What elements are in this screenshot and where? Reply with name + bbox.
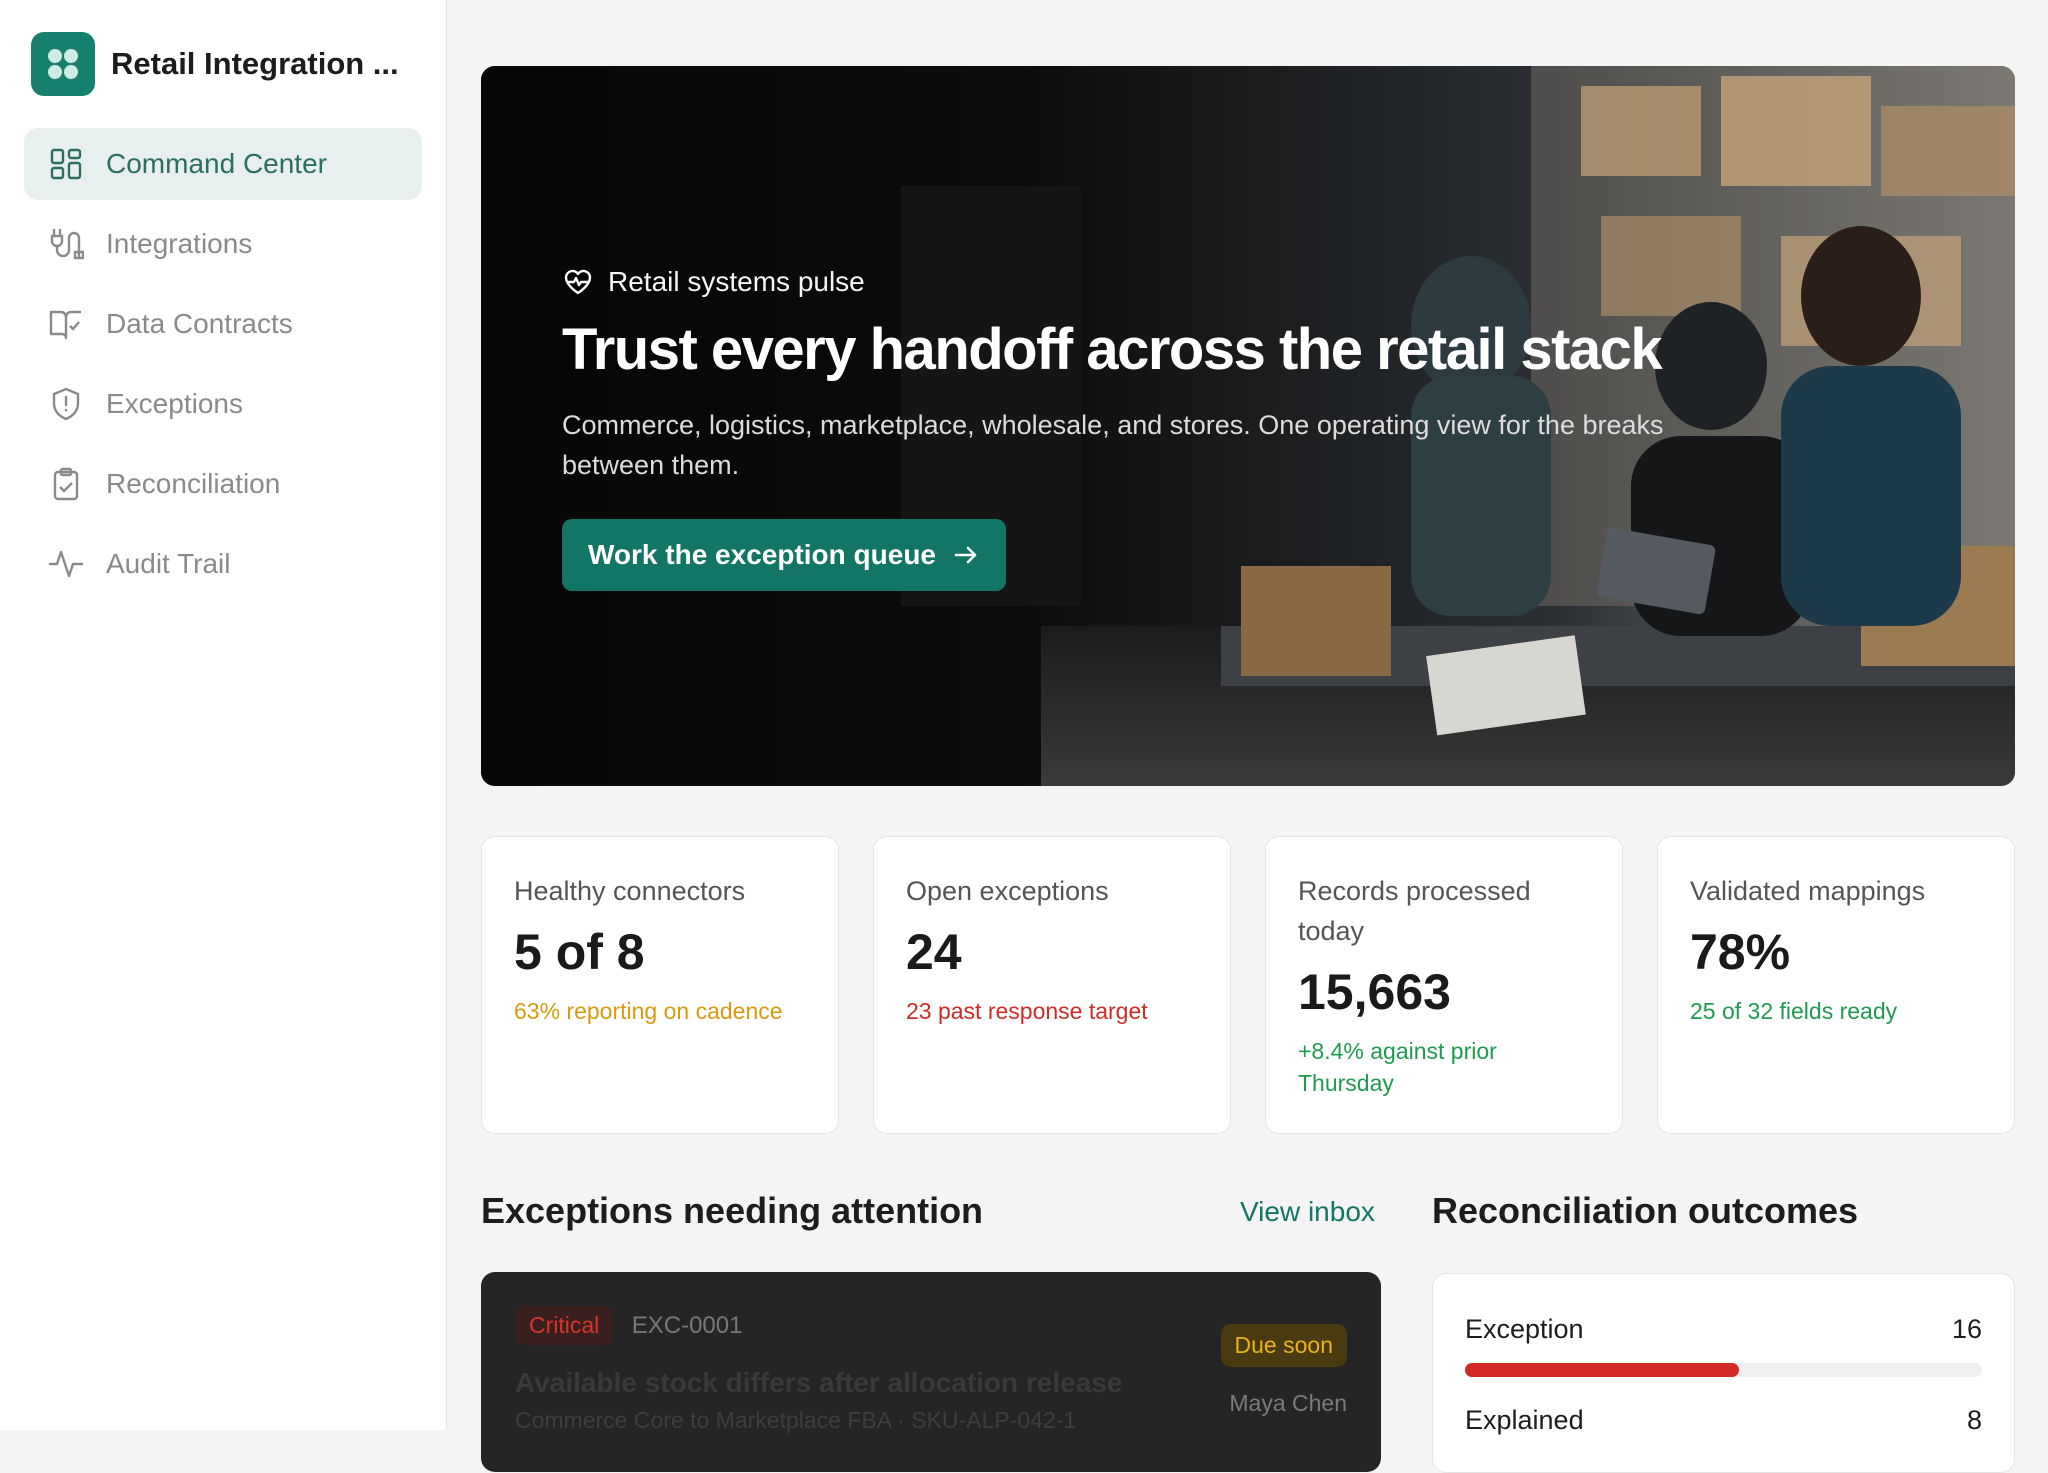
app-logo-icon — [31, 32, 95, 96]
shield-alert-icon — [48, 386, 84, 422]
hero-title: Trust every handoff across the retail st… — [562, 317, 1663, 382]
plug-icon — [48, 226, 84, 262]
stat-value: 24 — [906, 924, 962, 980]
stat-label: Records processed today — [1298, 876, 1531, 946]
recon-count: 16 — [1951, 1314, 1982, 1344]
due-badge: Due soon — [1220, 1324, 1347, 1367]
sidebar-item-reconciliation[interactable]: Reconciliation — [24, 448, 422, 520]
heart-pulse-icon — [564, 269, 592, 295]
sidebar-item-label: Command Center — [106, 148, 327, 179]
brand[interactable]: Retail Integration ... — [31, 32, 399, 96]
activity-icon — [48, 546, 84, 582]
sidebar-item-integrations[interactable]: Integrations — [24, 208, 422, 280]
stat-note: 23 past response target — [906, 998, 1148, 1024]
sidebar-nav: Command Center Integrations Data Contrac… — [24, 128, 422, 608]
work-exception-queue-button[interactable]: Work the exception queue — [562, 519, 1006, 591]
sidebar-item-label: Data Contracts — [106, 308, 293, 339]
stat-card-healthy-connectors: Healthy connectors 5 of 8 63% reporting … — [481, 836, 839, 1134]
sidebar-item-label: Exceptions — [106, 388, 243, 419]
stat-label: Healthy connectors — [514, 876, 746, 906]
exceptions-section-title: Exceptions needing attention — [481, 1190, 984, 1231]
exception-owner: Maya Chen — [1229, 1390, 1347, 1416]
sidebar-item-command-center[interactable]: Command Center — [24, 128, 422, 200]
sidebar-item-label: Integrations — [106, 228, 253, 259]
stats-row: Healthy connectors 5 of 8 63% reporting … — [481, 836, 2015, 1134]
hero-subtitle: Commerce, logistics, marketplace, wholes… — [562, 410, 1664, 480]
dashboard-grid-icon — [48, 146, 84, 182]
recon-label: Explained — [1465, 1405, 1584, 1435]
stat-card-open-exceptions: Open exceptions 24 23 past response targ… — [873, 836, 1231, 1134]
hero-eyebrow-text: Retail systems pulse — [608, 266, 865, 297]
stat-value: 78% — [1690, 924, 1791, 980]
hero-eyebrow: Retail systems pulse — [562, 266, 1762, 298]
sidebar-item-label: Audit Trail — [106, 548, 231, 579]
recon-count: 8 — [1966, 1405, 1982, 1435]
exception-id: EXC-0001 — [631, 1312, 743, 1339]
recon-row-explained: Explained 8 — [1465, 1405, 1982, 1436]
sidebar-item-exceptions[interactable]: Exceptions — [24, 368, 422, 440]
stat-card-records-processed: Records processed today 15,663 +8.4% aga… — [1265, 836, 1623, 1134]
book-check-icon — [48, 306, 84, 342]
stat-note: 25 of 32 fields ready — [1690, 998, 1898, 1024]
stat-value: 15,663 — [1298, 964, 1451, 1020]
exception-title: Available stock differs after allocation… — [515, 1367, 1123, 1398]
severity-badge: Critical — [515, 1306, 614, 1345]
stat-note: 63% reporting on cadence — [514, 998, 783, 1024]
reconciliation-card: Exception 16 Explained 8 — [1432, 1273, 2015, 1473]
sidebar-item-data-contracts[interactable]: Data Contracts — [24, 288, 422, 360]
stat-value: 5 of 8 — [514, 924, 645, 980]
sidebar-item-label: Reconciliation — [106, 468, 281, 499]
exception-card[interactable]: Critical EXC-0001 Available stock differ… — [481, 1272, 1381, 1472]
hero-banner: Retail systems pulse Trust every handoff… — [481, 66, 2015, 786]
recon-progress-fill — [1465, 1363, 1739, 1377]
hero-content: Retail systems pulse Trust every handoff… — [562, 266, 1762, 591]
recon-row-exception: Exception 16 — [1465, 1314, 1982, 1345]
view-inbox-link[interactable]: View inbox — [1240, 1196, 1375, 1228]
clipboard-check-icon — [48, 466, 84, 502]
stat-card-validated-mappings: Validated mappings 78% 25 of 32 fields r… — [1657, 836, 2015, 1134]
sidebar: Retail Integration ... Command Center In… — [0, 0, 447, 1430]
stat-label: Open exceptions — [906, 876, 1109, 906]
reconciliation-section-title: Reconciliation outcomes — [1432, 1190, 1859, 1231]
sidebar-item-audit-trail[interactable]: Audit Trail — [24, 528, 422, 600]
stat-label: Validated mappings — [1690, 876, 1926, 906]
arrow-right-icon — [954, 546, 977, 564]
recon-progress-track — [1465, 1363, 1982, 1377]
recon-label: Exception — [1465, 1314, 1584, 1344]
app-name: Retail Integration ... — [111, 46, 399, 81]
stat-note: +8.4% against prior Thursday — [1298, 1038, 1497, 1096]
hero-cta-label: Work the exception queue — [588, 539, 936, 570]
